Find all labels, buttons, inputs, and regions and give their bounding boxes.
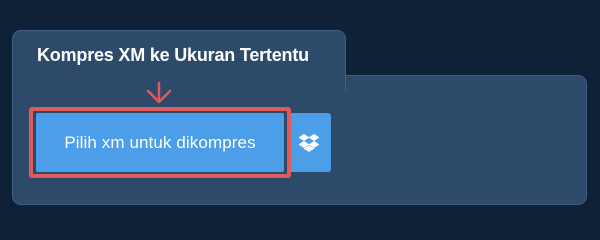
dropbox-icon: [299, 133, 319, 152]
panel-title: Kompres XM ke Ukuran Tertentu: [37, 45, 309, 65]
panel-tab: Kompres XM ke Ukuran Tertentu: [12, 30, 346, 90]
choose-file-label: Pilih xm untuk dikompres: [64, 132, 256, 152]
dropbox-button[interactable]: [287, 113, 331, 172]
choose-file-button[interactable]: Pilih xm untuk dikompres: [36, 113, 284, 172]
arrow-down-icon: [146, 81, 172, 104]
